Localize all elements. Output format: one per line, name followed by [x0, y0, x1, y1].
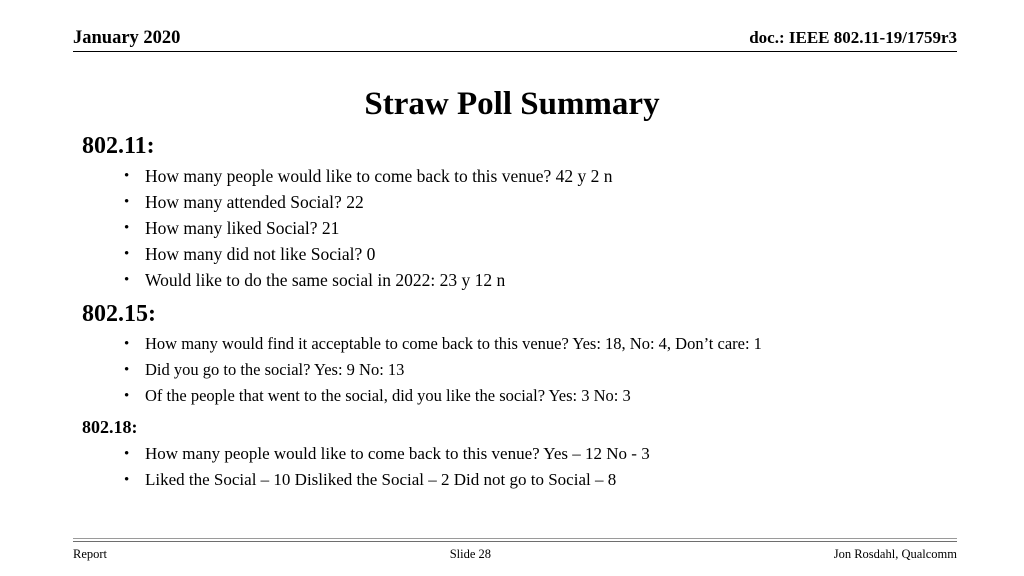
list-item-text: How many would find it acceptable to com…: [145, 334, 762, 353]
list-item: • Of the people that went to the social,…: [73, 383, 973, 409]
list-item: • How many people would like to come bac…: [73, 163, 973, 189]
list-item: • How many would find it acceptable to c…: [73, 331, 973, 357]
section-heading-802-18: 802.18:: [82, 417, 138, 437]
section-802-18: 802.18: • How many people would like to …: [73, 415, 973, 493]
bullet-icon: •: [124, 168, 130, 184]
section-heading-802-15: 802.15:: [82, 301, 156, 327]
list-item-text: Liked the Social – 10 Disliked the Socia…: [145, 470, 617, 489]
bullet-icon: •: [124, 194, 130, 210]
footer-author: Jon Rosdahl, Qualcomm: [833, 547, 957, 561]
page-title: Straw Poll Summary: [364, 86, 660, 122]
list-item-text: Did you go to the social? Yes: 9 No: 13: [145, 360, 405, 379]
section-802-11: 802.11: • How many people would like to …: [73, 131, 973, 293]
footer-doc-type: Report: [73, 547, 108, 561]
bullet-icon: •: [124, 220, 130, 236]
bullet-list-802-15: • How many would find it acceptable to c…: [73, 331, 973, 409]
list-item: • How many people would like to come bac…: [73, 441, 973, 467]
bullet-icon: •: [124, 362, 130, 378]
bullet-icon: •: [124, 472, 130, 488]
slide-content: 802.11: • How many people would like to …: [73, 130, 973, 493]
section-802-15: 802.15: • How many would find it accepta…: [73, 299, 973, 409]
slide-footer: Report Slide 28 Jon Rosdahl, Qualcomm: [73, 544, 957, 564]
footer-divider-bottom: [73, 541, 957, 542]
bullet-icon: •: [124, 272, 130, 288]
footer-divider-top: [73, 538, 957, 539]
list-item-text: How many did not like Social? 0: [145, 244, 376, 264]
bullet-list-802-18: • How many people would like to come bac…: [73, 441, 973, 493]
list-item: • How many liked Social? 21: [73, 215, 973, 241]
header-divider: [73, 51, 957, 52]
list-item-text: Of the people that went to the social, d…: [145, 386, 631, 405]
section-heading-802-11: 802.11:: [82, 133, 155, 159]
bullet-icon: •: [124, 446, 130, 462]
list-item-text: How many people would like to come back …: [145, 444, 650, 463]
list-item: • Liked the Social – 10 Disliked the Soc…: [73, 467, 973, 493]
footer-slide-number: Slide 28: [449, 547, 492, 561]
list-item: • How many did not like Social? 0: [73, 241, 973, 267]
list-item-text: Would like to do the same social in 2022…: [145, 270, 506, 290]
bullet-list-802-11: • How many people would like to come bac…: [73, 163, 973, 293]
header-doc-reference: doc.: IEEE 802.11-19/1759r3: [749, 28, 957, 47]
list-item: • How many attended Social? 22: [73, 189, 973, 215]
list-item-text: How many attended Social? 22: [145, 192, 364, 212]
slide: January 2020 doc.: IEEE 802.11-19/1759r3…: [0, 0, 1024, 576]
bullet-icon: •: [124, 388, 130, 404]
bullet-icon: •: [124, 336, 130, 352]
list-item-text: How many liked Social? 21: [145, 218, 340, 238]
list-item-text: How many people would like to come back …: [145, 166, 613, 186]
list-item: • Would like to do the same social in 20…: [73, 267, 973, 293]
list-item: • Did you go to the social? Yes: 9 No: 1…: [73, 357, 973, 383]
bullet-icon: •: [124, 246, 130, 262]
header-date: January 2020: [73, 28, 181, 48]
slide-header: January 2020 doc.: IEEE 802.11-19/1759r3: [73, 27, 957, 53]
